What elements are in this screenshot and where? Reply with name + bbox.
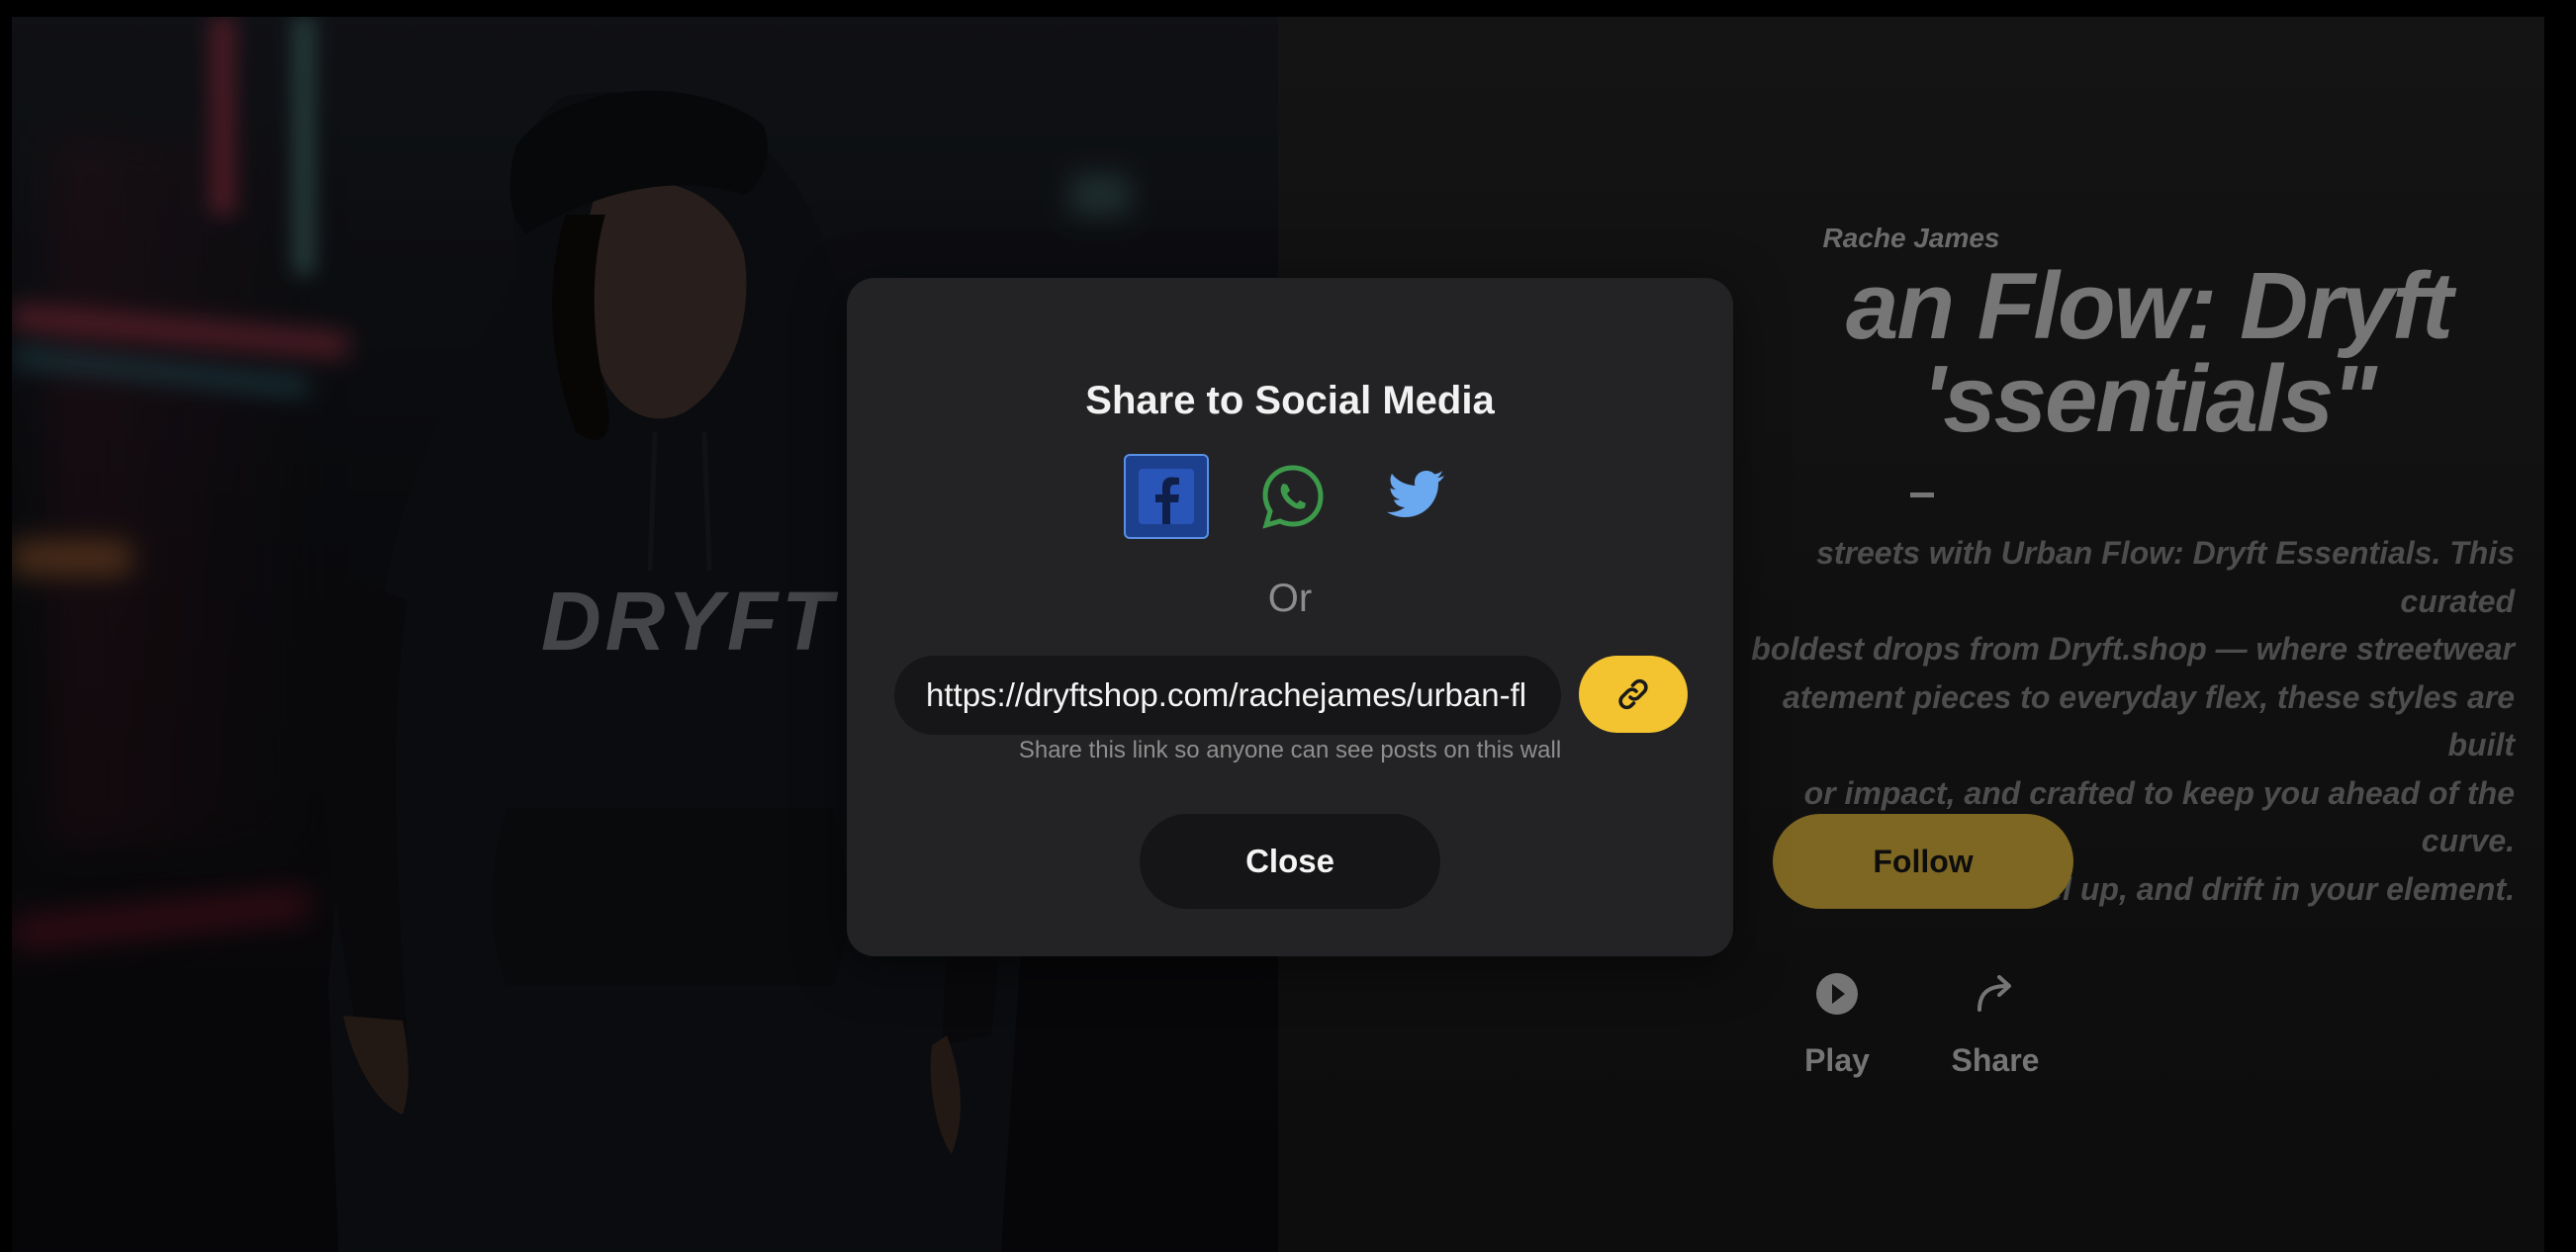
or-divider: Or (1267, 577, 1313, 620)
share-modal: Share to Social Media Or https://dryftsh… (847, 278, 1733, 956)
modal-title: Share to Social Media (1085, 379, 1495, 422)
share-twitter-button[interactable] (1372, 454, 1457, 539)
link-icon (1618, 678, 1648, 710)
twitter-icon (1387, 471, 1444, 517)
share-whatsapp-button[interactable] (1250, 454, 1335, 539)
share-link-input[interactable] (894, 656, 1561, 735)
app-frame: DRYFT Rache James an Flow: Dryft 'ssenti… (12, 17, 2544, 1252)
whatsapp-icon (1262, 465, 1324, 529)
close-button[interactable]: Close (1140, 814, 1440, 909)
copy-link-button[interactable] (1579, 656, 1688, 733)
share-facebook-button[interactable] (1124, 454, 1209, 539)
facebook-icon (1139, 469, 1194, 524)
share-hint: Share this link so anyone can see posts … (1018, 737, 1562, 763)
